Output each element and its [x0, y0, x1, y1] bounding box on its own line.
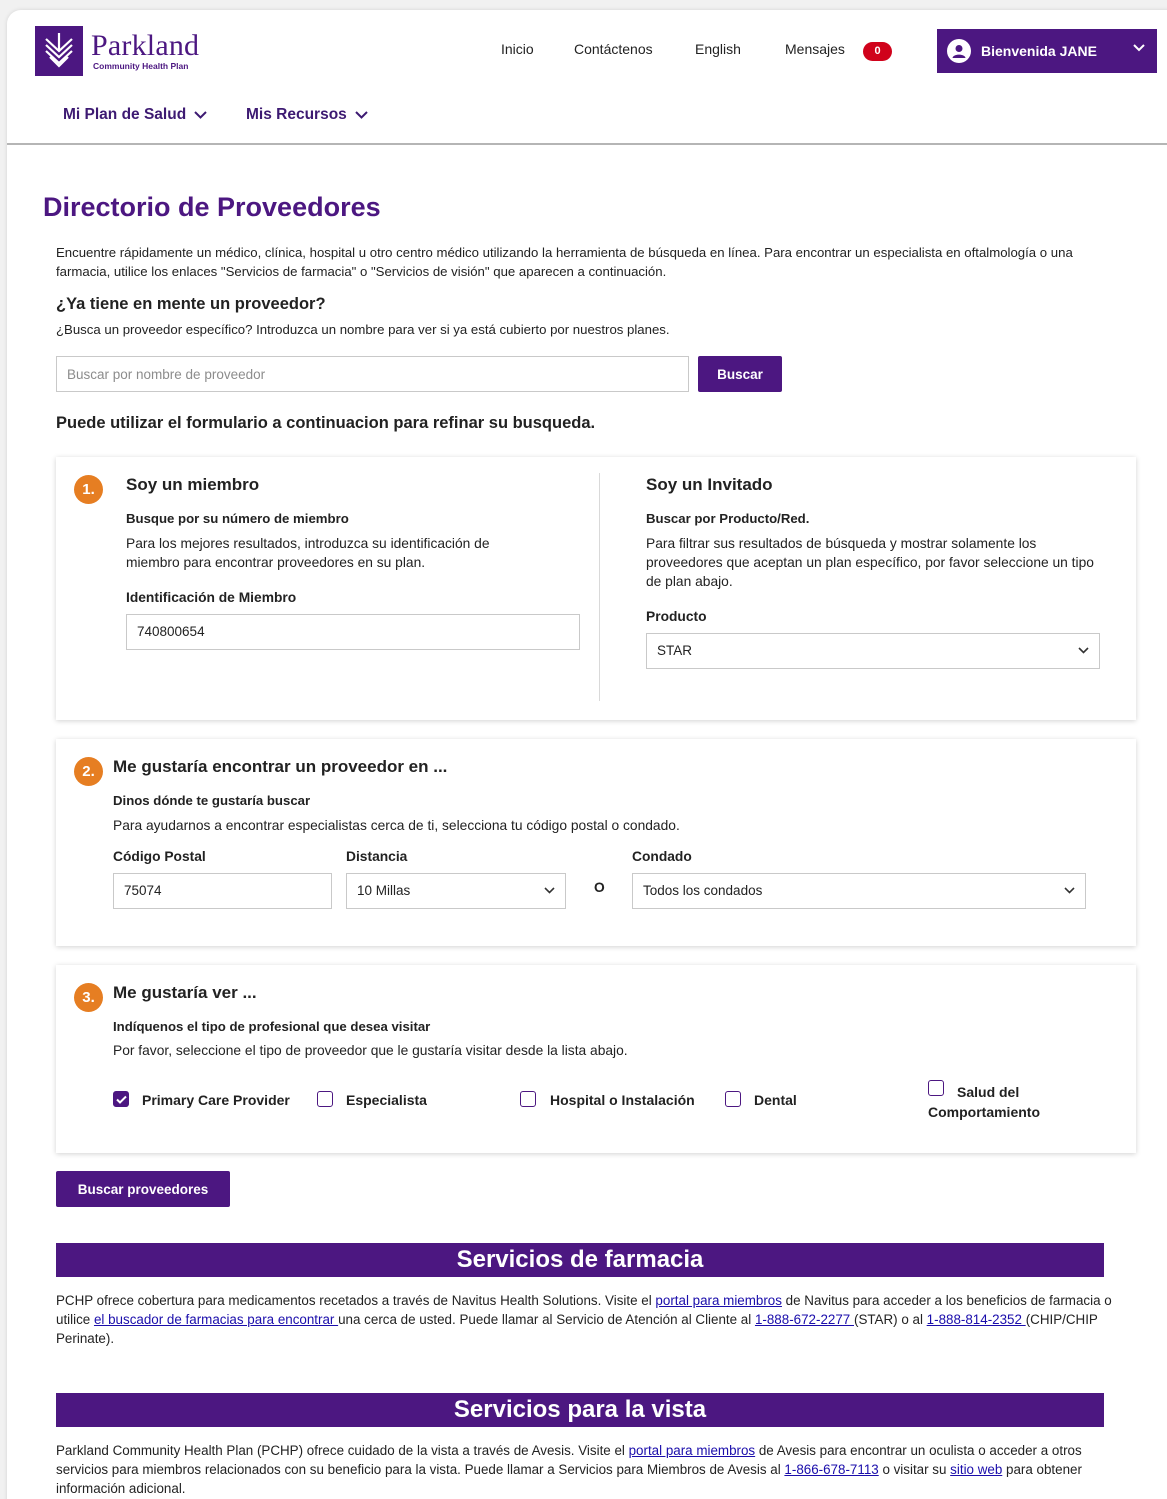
- distance-select[interactable]: 10 Millas: [346, 873, 566, 909]
- county-label: Condado: [632, 849, 692, 864]
- member-heading: Soy un miembro: [126, 475, 260, 494]
- member-id-input[interactable]: 740800654: [126, 614, 580, 650]
- logo-emblem-icon: [35, 26, 83, 76]
- user-avatar-icon: [947, 39, 971, 63]
- primary-care-checkbox[interactable]: [113, 1091, 129, 1107]
- dental-checkbox[interactable]: [725, 1091, 741, 1107]
- avesis-member-portal-link[interactable]: portal para miembros: [629, 1443, 756, 1458]
- parkland-logo[interactable]: Parkland Community Health Plan: [35, 26, 199, 76]
- member-description: Para los mejores resultados, introduzca …: [126, 536, 490, 570]
- chevron-down-icon: [1064, 887, 1075, 894]
- brand-subtitle: Community Health Plan: [93, 61, 189, 72]
- member-subtitle: Busque por su número de miembro: [126, 511, 349, 526]
- primary-care-label[interactable]: Primary Care Provider: [142, 1092, 290, 1108]
- product-select-value: STAR: [657, 643, 693, 658]
- menu-my-resources-label: Mis Recursos: [246, 106, 347, 123]
- county-select-value: Todos los condados: [643, 883, 763, 898]
- navitus-member-portal-link[interactable]: portal para miembros: [655, 1293, 782, 1308]
- specialist-checkbox[interactable]: [317, 1091, 333, 1107]
- nav-contact-link[interactable]: Contáctenos: [574, 41, 653, 61]
- provider-name-search-input[interactable]: [56, 356, 689, 392]
- nav-language-link[interactable]: English: [695, 41, 741, 61]
- welcome-text: Bienvenida JANE: [981, 43, 1097, 59]
- step3-badge: 3.: [74, 983, 103, 1012]
- provider-type-subtitle: Indíquenos el tipo de profesional que de…: [113, 1019, 431, 1034]
- provider-question-desc: ¿Busca un proveedor específico? Introduz…: [56, 322, 670, 337]
- page-title: Directorio de Proveedores: [43, 192, 381, 222]
- step2-badge: 2.: [74, 757, 103, 786]
- menu-my-resources[interactable]: Mis Recursos: [246, 106, 368, 124]
- pharmacy-text: PCHP ofrece cobertura para medicamentos …: [56, 1293, 1112, 1346]
- star-phone-link[interactable]: 1-888-672-2277: [755, 1312, 854, 1327]
- intro-text: Encuentre rápidamente un médico, clínica…: [56, 245, 1073, 279]
- or-separator: O: [594, 880, 605, 895]
- chevron-down-icon: [544, 887, 555, 894]
- behavioral-health-label[interactable]: Salud del Comportamiento: [928, 1082, 1058, 1122]
- chip-phone-link[interactable]: 1-888-814-2352: [927, 1312, 1026, 1327]
- vision-text: Parkland Community Health Plan (PCHP) of…: [56, 1443, 1082, 1496]
- menu-my-health-plan-label: Mi Plan de Salud: [63, 106, 187, 123]
- provider-question-heading: ¿Ya tiene en mente un proveedor?: [56, 295, 326, 313]
- refine-search-heading: Puede utilizar el formulario a continuac…: [56, 414, 596, 432]
- vision-section-heading: Servicios para la vista: [56, 1393, 1104, 1427]
- chevron-down-icon: [1133, 44, 1145, 52]
- step1-badge: 1.: [74, 475, 103, 504]
- chevron-down-icon: [355, 111, 368, 119]
- step1-column-divider: [599, 473, 600, 701]
- provider-type-heading: Me gustaría ver ...: [113, 983, 257, 1002]
- pharmacy-locator-link[interactable]: el buscador de farmacias para encontrar: [94, 1312, 338, 1327]
- product-label: Producto: [646, 609, 707, 624]
- guest-subtitle: Buscar por Producto/Red.: [646, 511, 810, 526]
- hospital-label[interactable]: Hospital o Instalación: [550, 1092, 695, 1108]
- brand-name: Parkland: [91, 29, 200, 63]
- search-providers-button[interactable]: Buscar proveedores: [56, 1171, 230, 1207]
- guest-description: Para filtrar sus resultados de búsqueda …: [646, 536, 1094, 589]
- dental-label[interactable]: Dental: [754, 1092, 797, 1108]
- chevron-down-icon: [194, 111, 207, 119]
- location-subtitle: Dinos dónde te gustaría buscar: [113, 793, 311, 808]
- search-button[interactable]: Buscar: [698, 356, 782, 392]
- guest-heading: Soy un Invitado: [646, 475, 773, 494]
- county-select[interactable]: Todos los condados: [632, 873, 1086, 909]
- distance-select-value: 10 Millas: [357, 883, 411, 898]
- distance-label: Distancia: [346, 849, 408, 864]
- member-id-label: Identificación de Miembro: [126, 590, 297, 605]
- zip-label: Código Postal: [113, 849, 206, 864]
- hospital-checkbox[interactable]: [520, 1091, 536, 1107]
- avesis-phone-link[interactable]: 1-866-678-7113: [784, 1462, 878, 1477]
- header-divider: [7, 143, 1167, 145]
- pharmacy-section-heading: Servicios de farmacia: [56, 1243, 1104, 1277]
- nav-messages-link[interactable]: Mensajes: [785, 41, 845, 61]
- product-select[interactable]: STAR: [646, 633, 1100, 669]
- location-description: Para ayudarnos a encontrar especialistas…: [113, 818, 680, 833]
- menu-my-health-plan[interactable]: Mi Plan de Salud: [63, 106, 207, 124]
- chevron-down-icon: [1078, 647, 1089, 654]
- checkmark-icon: [115, 1095, 127, 1104]
- user-menu-button[interactable]: Bienvenida JANE: [937, 29, 1157, 73]
- nav-home-link[interactable]: Inicio: [501, 41, 534, 61]
- location-heading: Me gustaría encontrar un proveedor en ..…: [113, 757, 448, 776]
- zip-input[interactable]: 75074: [113, 873, 332, 909]
- provider-type-description: Por favor, seleccione el tipo de proveed…: [113, 1043, 628, 1058]
- specialist-label[interactable]: Especialista: [346, 1092, 427, 1108]
- avesis-website-link[interactable]: sitio web: [950, 1462, 1002, 1477]
- messages-count-badge[interactable]: 0: [863, 42, 892, 61]
